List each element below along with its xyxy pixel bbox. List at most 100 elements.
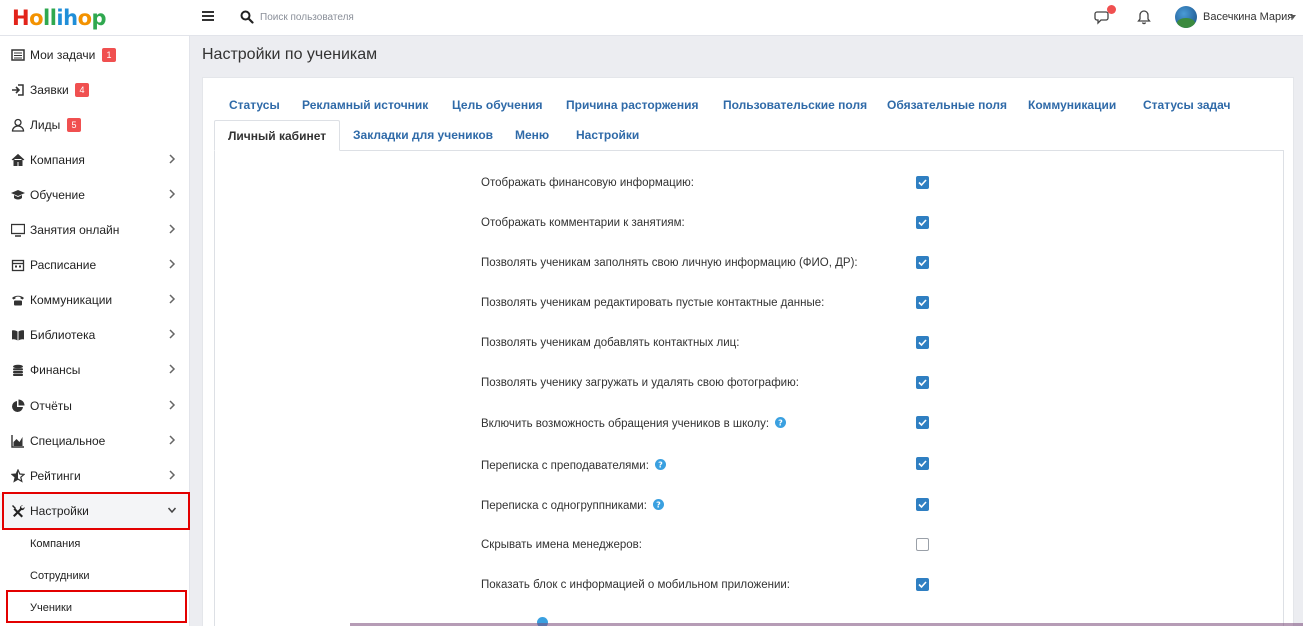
logo-letter: ll bbox=[43, 6, 57, 30]
tab-ad-source[interactable]: Рекламный источник bbox=[302, 98, 428, 112]
username[interactable]: Васечкина Мария bbox=[1203, 11, 1293, 23]
top-bar: Hollihop Васечкина Мария bbox=[0, 0, 1303, 36]
sidebar-item-label: Мои задачи bbox=[30, 48, 96, 62]
logo-letter: o bbox=[29, 6, 44, 30]
sidebar-item-special[interactable]: Специальное bbox=[0, 423, 190, 458]
chevron-right-icon bbox=[169, 224, 176, 234]
sidebar-item-label: Занятия онлайн bbox=[30, 223, 120, 237]
setting-checkbox[interactable] bbox=[916, 578, 929, 591]
book-icon bbox=[12, 330, 24, 341]
sidebar-item-label: Финансы bbox=[30, 363, 81, 377]
sidebar-item-settings[interactable]: Настройки bbox=[0, 493, 190, 528]
svg-text:?: ? bbox=[778, 419, 783, 428]
tab-settings[interactable]: Настройки bbox=[576, 128, 639, 142]
sidebar-item-label: Расписание bbox=[30, 258, 97, 272]
star-icon bbox=[11, 469, 25, 483]
setting-checkbox[interactable] bbox=[916, 457, 929, 470]
area-chart-icon bbox=[11, 435, 24, 448]
chevron-right-icon bbox=[169, 189, 176, 199]
page-title: Настройки по ученикам bbox=[202, 46, 378, 63]
sidebar-subitem-employees[interactable]: Сотрудники bbox=[0, 562, 190, 592]
sidebar-item-communications[interactable]: Коммуникации bbox=[0, 282, 190, 317]
tasks-icon bbox=[11, 49, 25, 61]
setting-label: Включить возможность обращения учеников … bbox=[481, 418, 770, 430]
sidebar-item-finance[interactable]: Финансы bbox=[0, 352, 190, 387]
setting-checkbox[interactable] bbox=[916, 376, 929, 389]
setting-checkbox[interactable] bbox=[916, 416, 929, 429]
sidebar-item-label: Компания bbox=[30, 153, 85, 167]
setting-label: Переписка с преподавателями: bbox=[481, 460, 649, 472]
logo-letter: ih bbox=[56, 6, 78, 30]
tools-icon bbox=[12, 505, 25, 518]
setting-checkbox[interactable] bbox=[916, 176, 929, 189]
sidebar-item-leads[interactable]: Лиды 5 bbox=[0, 107, 190, 142]
setting-row-label: Включить возможность обращения учеников … bbox=[481, 417, 787, 430]
setting-checkbox[interactable] bbox=[916, 336, 929, 349]
hollihop-logo[interactable]: Hollihop bbox=[12, 5, 107, 31]
sign-in-icon bbox=[12, 84, 24, 96]
calendar-icon bbox=[11, 259, 25, 272]
tab-statuses[interactable]: Статусы bbox=[229, 98, 280, 112]
logo-letter: p bbox=[91, 6, 107, 30]
chevron-down-icon[interactable] bbox=[1290, 15, 1296, 19]
user-search-input[interactable] bbox=[258, 8, 518, 26]
menu-icon[interactable] bbox=[202, 9, 218, 25]
chevron-right-icon bbox=[169, 400, 176, 410]
setting-row-label: Переписка с одногруппниками:? bbox=[481, 499, 664, 512]
sidebar-item-online-lessons[interactable]: Занятия онлайн bbox=[0, 212, 190, 247]
count-badge: 5 bbox=[67, 118, 81, 132]
svg-text:?: ? bbox=[658, 461, 663, 470]
setting-checkbox[interactable] bbox=[916, 256, 929, 269]
notification-dot bbox=[1107, 5, 1116, 14]
setting-label: Позволять ученикам заполнять свою личную… bbox=[481, 257, 858, 269]
sidebar-item-ratings[interactable]: Рейтинги bbox=[0, 458, 190, 493]
info-icon[interactable]: ? bbox=[654, 459, 666, 470]
sidebar-item-label: Заявки bbox=[30, 83, 69, 97]
sidebar-item-education[interactable]: Обучение bbox=[0, 177, 190, 212]
info-icon[interactable]: ? bbox=[775, 417, 787, 428]
sidebar-item-label: Настройки bbox=[30, 504, 89, 518]
setting-checkbox[interactable] bbox=[916, 538, 929, 551]
coins-icon bbox=[13, 364, 23, 376]
sidebar-item-label: Коммуникации bbox=[30, 293, 113, 307]
tab-required-fields[interactable]: Обязательные поля bbox=[887, 98, 1007, 112]
setting-checkbox[interactable] bbox=[916, 296, 929, 309]
sidebar: Мои задачи 1 Заявки 4 Лиды 5 Компания Об… bbox=[0, 36, 190, 626]
setting-row-label: Переписка с преподавателями:? bbox=[481, 459, 666, 472]
logo-letter: H bbox=[12, 6, 30, 30]
sidebar-item-label: Библиотека bbox=[30, 328, 96, 342]
tab-menu[interactable]: Меню bbox=[515, 128, 549, 142]
pie-chart-icon bbox=[12, 399, 25, 412]
setting-label: Показать блок с информацией о мобильном … bbox=[481, 579, 791, 591]
sidebar-item-label: Рейтинги bbox=[30, 469, 81, 483]
sidebar-subitem-students[interactable]: Ученики bbox=[0, 594, 190, 624]
avatar[interactable] bbox=[1175, 6, 1197, 28]
setting-label: Отображать комментарии к занятиям: bbox=[481, 217, 685, 229]
sidebar-item-library[interactable]: Библиотека bbox=[0, 317, 190, 352]
graduation-cap-icon bbox=[11, 190, 25, 200]
search-icon bbox=[240, 10, 254, 24]
tab-student-bookmarks[interactable]: Закладки для учеников bbox=[353, 128, 493, 142]
setting-checkbox[interactable] bbox=[916, 498, 929, 511]
sidebar-item-schedule[interactable]: Расписание bbox=[0, 247, 190, 282]
setting-label: Позволять ученику загружать и удалять св… bbox=[481, 377, 799, 389]
bell-icon[interactable] bbox=[1136, 9, 1152, 25]
tab-custom-fields[interactable]: Пользовательские поля bbox=[723, 98, 867, 112]
tab-termination-reason[interactable]: Причина расторжения bbox=[566, 98, 698, 112]
sidebar-item-my-tasks[interactable]: Мои задачи 1 bbox=[0, 37, 190, 72]
info-icon[interactable]: ? bbox=[652, 499, 664, 510]
chevron-down-icon bbox=[168, 507, 176, 514]
sidebar-item-reports[interactable]: Отчёты bbox=[0, 388, 190, 423]
setting-checkbox[interactable] bbox=[916, 216, 929, 229]
tab-personal-account[interactable]: Личный кабинет bbox=[214, 120, 341, 151]
tab-learning-goal[interactable]: Цель обучения bbox=[452, 98, 542, 112]
tab-task-statuses[interactable]: Статусы задач bbox=[1143, 98, 1230, 112]
sidebar-subitem-label: Компания bbox=[30, 538, 81, 550]
sidebar-subitem-company[interactable]: Компания bbox=[0, 530, 190, 560]
sidebar-item-requests[interactable]: Заявки 4 bbox=[0, 72, 190, 107]
tab-communications[interactable]: Коммуникации bbox=[1028, 98, 1116, 112]
sidebar-subitem-label: Ученики bbox=[30, 602, 73, 614]
chevron-right-icon bbox=[169, 470, 176, 480]
phone-icon bbox=[12, 295, 24, 306]
sidebar-item-company[interactable]: Компания bbox=[0, 142, 190, 177]
